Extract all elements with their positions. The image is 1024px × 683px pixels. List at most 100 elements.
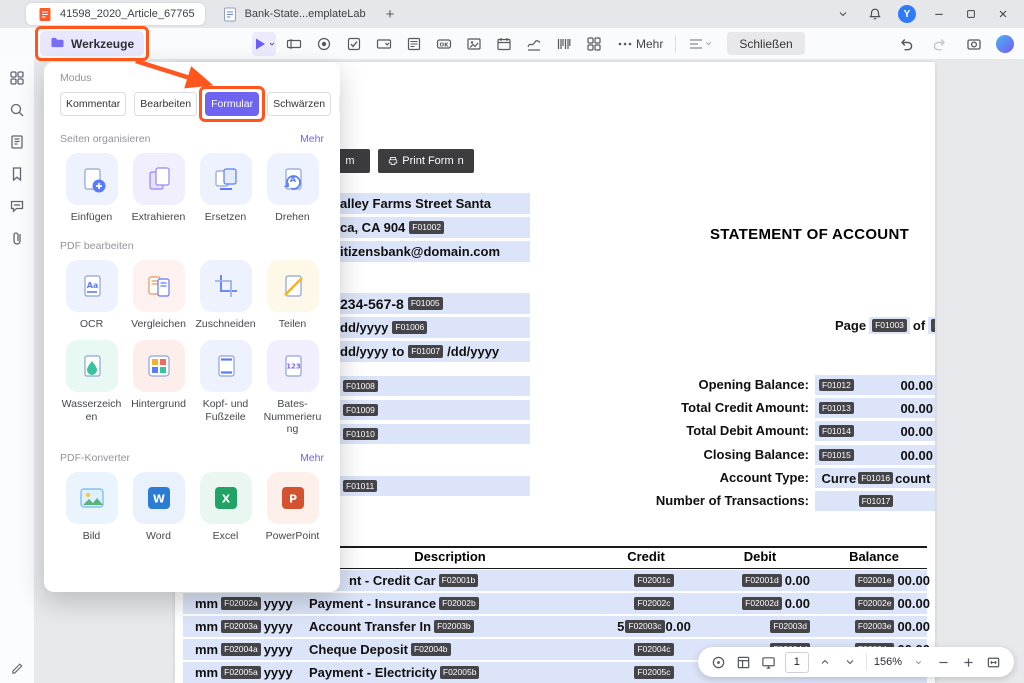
cell-credit[interactable]: F02005c: [598, 662, 710, 683]
mode-button-schw-rzen[interactable]: Schwärzen: [267, 92, 332, 116]
cell-date[interactable]: mm F02002a yyyy: [195, 593, 307, 614]
maximize-button[interactable]: [962, 5, 980, 23]
section-mehr-link[interactable]: Mehr: [300, 133, 324, 145]
tab-document-1[interactable]: 41598_2020_Article_67765: [26, 3, 205, 25]
user-avatar[interactable]: Y: [898, 5, 916, 23]
barcode-field-tool-icon[interactable]: [552, 32, 576, 56]
tool-zuschneiden[interactable]: Zuschneiden: [194, 259, 257, 331]
comments-icon[interactable]: [8, 197, 26, 215]
cell-debit[interactable]: F02001d 0.00: [716, 570, 820, 591]
cell-date[interactable]: mm F02003a yyyy: [195, 616, 307, 637]
cell-description[interactable]: Payment - Electricity F02005b: [309, 662, 480, 683]
tool-einf-gen[interactable]: Einfügen: [60, 153, 123, 224]
undo-icon[interactable]: [894, 32, 918, 56]
chevron-down-icon[interactable]: [834, 5, 852, 23]
cell-credit[interactable]: F02004c: [598, 639, 710, 660]
print-form-button[interactable]: Print Form n: [378, 149, 474, 173]
summary-field[interactable]: Curre F01016 count: [815, 468, 935, 488]
tool-kopf-und-fu-zeile[interactable]: Kopf- und Fußzeile: [194, 340, 257, 436]
share-mode-button[interactable]: [339, 91, 340, 117]
bookmarks-icon[interactable]: [8, 165, 26, 183]
attachments-icon[interactable]: [8, 229, 26, 247]
tool-extrahieren[interactable]: Extrahieren: [127, 153, 190, 224]
redo-icon[interactable]: [928, 32, 952, 56]
cell-balance[interactable]: F02001e 00.00: [826, 570, 935, 591]
cell-date[interactable]: mm F02005a yyyy: [195, 662, 307, 683]
tool-excel[interactable]: X Excel: [194, 471, 257, 543]
read-mode-icon[interactable]: [710, 653, 728, 671]
tool-word[interactable]: W Word: [127, 471, 190, 543]
thumbnail-view-icon[interactable]: [735, 653, 753, 671]
cell-date[interactable]: mm F02004a yyyy: [195, 639, 307, 660]
mode-button-bearbeiten[interactable]: Bearbeiten: [134, 92, 198, 116]
apps-grid-icon[interactable]: [8, 69, 26, 87]
cell-description[interactable]: Payment - Insurance F02002b: [309, 593, 479, 614]
zoom-in-icon[interactable]: [959, 653, 977, 671]
capture-icon[interactable]: [962, 32, 986, 56]
list-box-tool-icon[interactable]: [402, 32, 426, 56]
ai-assistant-button[interactable]: [996, 34, 1014, 53]
new-tab-button[interactable]: +: [386, 7, 395, 22]
presentation-icon[interactable]: [760, 653, 778, 671]
text-field-tool-icon[interactable]: [282, 32, 306, 56]
previous-page-icon[interactable]: [816, 653, 834, 671]
tool-bates-nummerierung[interactable]: 123 Bates-Nummerierung: [261, 340, 324, 436]
page-number-input[interactable]: 1: [784, 651, 809, 673]
signature-field-tool-icon[interactable]: [522, 32, 546, 56]
zoom-level[interactable]: 156%: [874, 656, 902, 668]
tool-hintergrund[interactable]: Hintergrund: [127, 340, 190, 436]
fit-width-icon[interactable]: [984, 653, 1002, 671]
summary-field[interactable]: F01013 00.00: [815, 398, 935, 418]
tool-bild[interactable]: Bild: [60, 471, 123, 543]
cell-debit[interactable]: F02002d 0.00: [716, 593, 820, 614]
cell-description[interactable]: Cheque Deposit F02004b: [309, 639, 451, 660]
cell-credit[interactable]: F02001c: [598, 570, 710, 591]
checkbox-tool-icon[interactable]: [342, 32, 366, 56]
notification-bell-icon[interactable]: [866, 5, 884, 23]
more-fields-tool-icon[interactable]: [582, 32, 606, 56]
summary-field[interactable]: F01014 00.00: [815, 421, 935, 441]
cell-balance[interactable]: F02003e 00.00: [826, 616, 935, 637]
page-number-field[interactable]: F01003: [869, 317, 910, 334]
cell-balance[interactable]: F02002e 00.00: [826, 593, 935, 614]
cell-debit[interactable]: F02003d: [716, 616, 820, 637]
combo-box-tool-icon[interactable]: [372, 32, 396, 56]
alignment-tool-icon[interactable]: [688, 32, 713, 56]
mode-button-kommentar[interactable]: Kommentar: [60, 92, 127, 116]
pen-tool-icon[interactable]: [8, 657, 26, 675]
cell-description[interactable]: nt - Credit Car F02001b: [349, 570, 479, 591]
schliessen-button[interactable]: Schließen: [727, 32, 805, 55]
button-tool-icon[interactable]: OK: [432, 32, 456, 56]
search-icon[interactable]: [8, 101, 26, 119]
mode-button-formular[interactable]: Formular: [205, 92, 260, 116]
date-field-tool-icon[interactable]: [492, 32, 516, 56]
cell-credit[interactable]: 5 F02003c 0.00: [598, 616, 710, 637]
cell-description[interactable]: Account Transfer In F02003b: [309, 616, 474, 637]
tab-document-2[interactable]: Bank-State...emplateLab: [211, 3, 376, 25]
select-form-tool-icon[interactable]: [252, 31, 276, 56]
zoom-out-icon[interactable]: [934, 653, 952, 671]
section-mehr-link[interactable]: Mehr: [300, 452, 324, 464]
minimize-button[interactable]: [930, 5, 948, 23]
zoom-dropdown-icon[interactable]: [909, 653, 927, 671]
radio-button-tool-icon[interactable]: [312, 32, 336, 56]
summary-field[interactable]: F01015 00.00: [815, 445, 935, 465]
tool-teilen[interactable]: Teilen: [261, 259, 324, 331]
tool-wasserzeichen[interactable]: Wasserzeichen: [60, 340, 123, 436]
more-tools-button[interactable]: Mehr: [618, 37, 663, 51]
page-of-fields[interactable]: Page F01003 of F01004: [835, 317, 935, 334]
tool-ersetzen[interactable]: Ersetzen: [194, 153, 257, 224]
tool-ocr[interactable]: Aa OCR: [60, 259, 123, 331]
summary-field[interactable]: F01012 00.00: [815, 375, 935, 395]
page-total-field[interactable]: F01004: [928, 317, 935, 334]
werkzeuge-button[interactable]: Werkzeuge: [40, 31, 145, 56]
close-button[interactable]: [994, 5, 1012, 23]
page-thumbnails-icon[interactable]: [8, 133, 26, 151]
summary-field[interactable]: F01017: [815, 491, 935, 511]
image-field-tool-icon[interactable]: [462, 32, 486, 56]
tool-drehen[interactable]: A Drehen: [261, 153, 324, 224]
next-page-icon[interactable]: [841, 653, 859, 671]
cell-credit[interactable]: F02002c: [598, 593, 710, 614]
tool-powerpoint[interactable]: P PowerPoint: [261, 471, 324, 543]
tool-vergleichen[interactable]: Vergleichen: [127, 259, 190, 331]
